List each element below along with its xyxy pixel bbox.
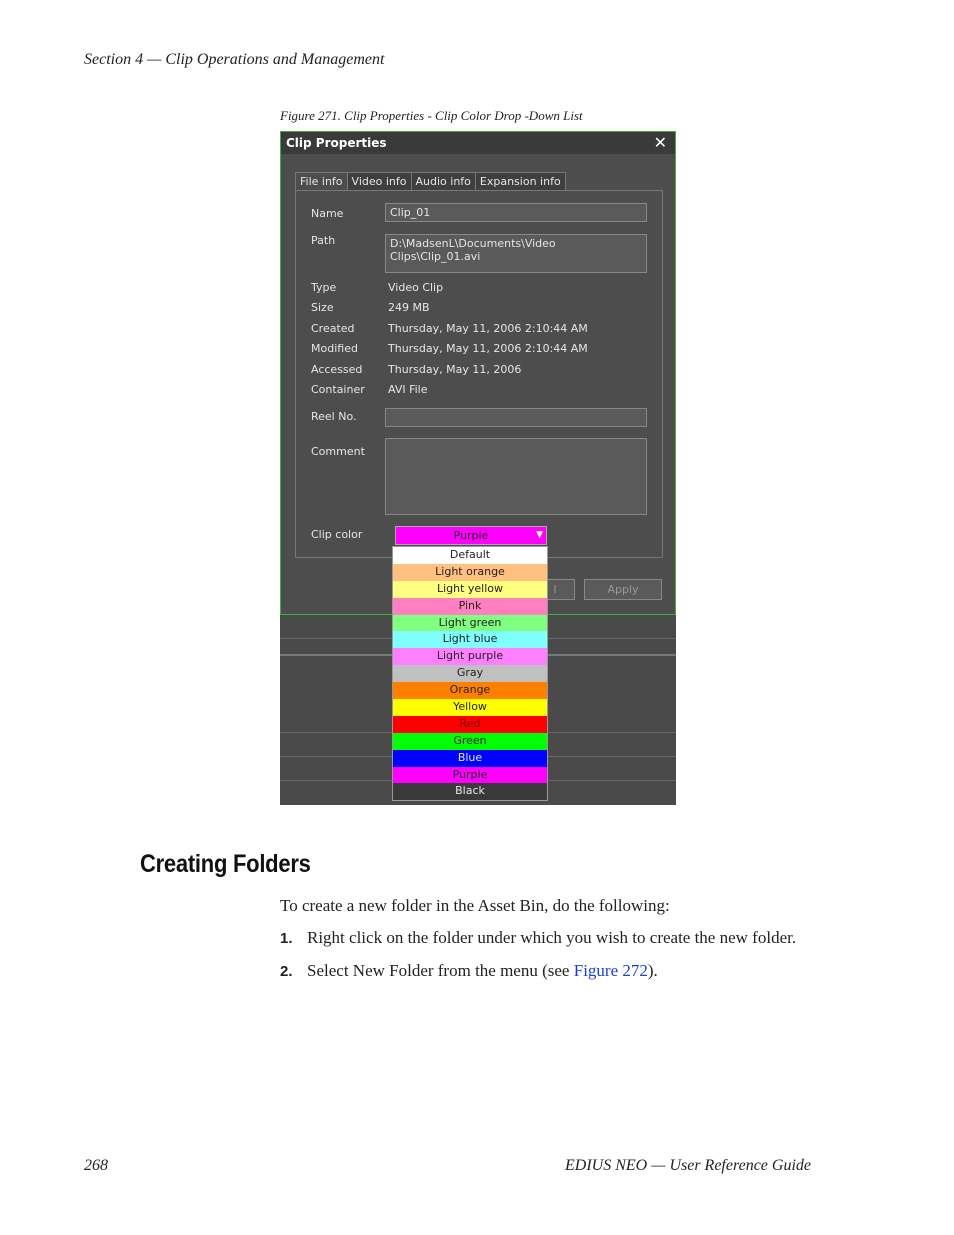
footer-title: EDIUS NEO — User Reference Guide [565,1157,812,1174]
color-option-gray[interactable]: Gray [393,665,547,683]
clip-properties-dialog: Clip Properties ✕ File info Video info A… [280,131,676,615]
comment-label: Comment [311,445,365,458]
tab-file-info[interactable]: File info [295,172,348,191]
color-option-default[interactable]: Default [393,547,547,564]
created-label: Created [311,322,355,335]
color-option-black[interactable]: Black [393,783,547,801]
step-text: Right click on the folder under which yo… [307,928,797,947]
accessed-value: Thursday, May 11, 2006 [388,363,522,376]
path-field[interactable]: D:\MadsenL\Documents\Video Clips\Clip_01… [385,234,647,273]
figure-272-link[interactable]: Figure 272 [574,961,648,980]
color-option-purple[interactable]: Purple [393,766,547,784]
intro-paragraph: To create a new folder in the Asset Bin,… [280,896,670,915]
name-label: Name [311,207,344,220]
color-option-green[interactable]: Green [393,732,547,750]
container-label: Container [311,383,365,396]
type-label: Type [311,281,337,294]
page-number: 268 [84,1157,108,1174]
dialog-titlebar: Clip Properties ✕ [281,132,675,154]
color-option-orange[interactable]: Orange [393,682,547,700]
figure-caption: Figure 271. Clip Properties - Clip Color… [280,108,583,123]
created-value: Thursday, May 11, 2006 2:10:44 AM [388,322,588,335]
step-1: 1. Right click on the folder under which … [280,928,796,948]
tab-expansion-info[interactable]: Expansion info [475,172,566,190]
step-number: 1. [280,930,293,947]
step-2: 2. Select New Folder from the menu (see F… [280,961,658,981]
clip-color-selected: Purple [453,529,489,542]
tab-bar: File info Video info Audio info Expansio… [295,172,566,191]
container-value: AVI File [388,383,428,396]
clip-properties-screenshot: Clip Properties ✕ File info Video info A… [280,131,676,805]
clip-color-select[interactable]: Purple ▼ [395,526,547,545]
apply-button[interactable]: Apply [584,579,662,600]
size-value: 249 MB [388,301,430,314]
page-header: Section 4 — Clip Operations and Manageme… [84,51,385,68]
section-heading: Creating Folders [140,850,311,878]
reel-no-label: Reel No. [311,410,357,423]
color-option-light-yellow[interactable]: Light yellow [393,580,547,598]
step-text: Select New Folder from the menu (see [307,961,574,980]
color-option-light-purple[interactable]: Light purple [393,648,547,666]
comment-field[interactable] [385,438,647,515]
color-option-light-blue[interactable]: Light blue [393,631,547,649]
color-option-red[interactable]: Red [393,715,547,733]
step-number: 2. [280,963,293,980]
modified-value: Thursday, May 11, 2006 2:10:44 AM [388,342,588,355]
type-value: Video Clip [388,281,444,294]
color-option-blue[interactable]: Blue [393,749,547,767]
reel-no-field[interactable] [385,408,647,427]
tab-video-info[interactable]: Video info [347,172,412,190]
chevron-down-icon[interactable]: ▼ [536,527,543,544]
color-option-light-orange[interactable]: Light orange [393,563,547,581]
accessed-label: Accessed [311,363,363,376]
modified-label: Modified [311,342,358,355]
color-option-pink[interactable]: Pink [393,597,547,615]
clip-color-label: Clip color [311,528,363,541]
clip-color-dropdown-list: Default Light orange Light yellow Pink Light… [392,546,548,801]
step-text-end: ). [647,961,658,980]
name-field[interactable]: Clip_01 [385,203,647,222]
size-label: Size [311,301,334,314]
path-label: Path [311,234,336,247]
dialog-title: Clip Properties [286,136,387,150]
color-option-light-green[interactable]: Light green [393,614,547,632]
tab-audio-info[interactable]: Audio info [411,172,476,190]
close-icon[interactable]: ✕ [654,133,667,152]
color-option-yellow[interactable]: Yellow [393,699,547,716]
